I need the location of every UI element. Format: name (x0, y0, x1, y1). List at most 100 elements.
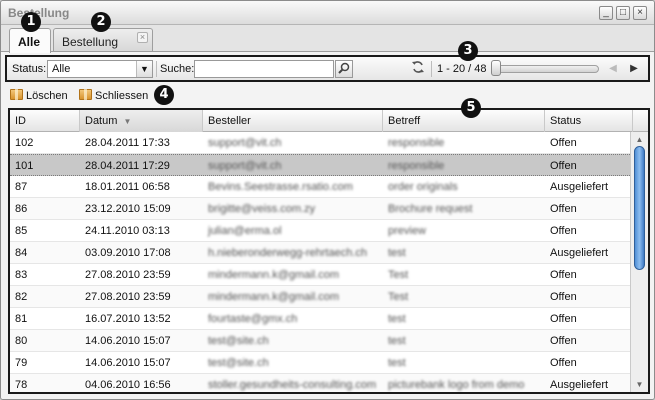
cell-betreff: test (388, 335, 406, 347)
status-select[interactable]: Alle ▼ (47, 60, 153, 78)
cell-besteller: stoller.gesundheits-consulting.com (208, 379, 377, 391)
cell-status: Ausgeliefert (550, 379, 609, 391)
cell-besteller: test@site.ch (208, 335, 269, 347)
cell-status: Offen (550, 160, 577, 172)
package-icon (10, 89, 23, 100)
status-select-value: Alle (52, 63, 71, 75)
cell-besteller: support@vit.ch (208, 160, 282, 172)
pager-info: 1 - 20 / 48 (437, 63, 487, 75)
action-bar: Löschen Schliessen (5, 86, 650, 106)
search-icon[interactable] (335, 60, 353, 78)
cell-status: Ausgeliefert (550, 247, 609, 259)
order-window: Bestellung _ □ × Alle Bestellung 101 × S… (0, 0, 655, 400)
tab-close-icon[interactable]: × (137, 32, 148, 43)
grid-header: ID Datum ▼ Besteller Betreff Status (10, 110, 648, 132)
page-slider-thumb[interactable] (491, 60, 501, 76)
cell-id: 86 (15, 203, 28, 215)
cell-betreff: Test (388, 291, 409, 303)
page-slider[interactable] (493, 65, 599, 73)
table-row[interactable]: 101 28.04.2011 17:29 support@vit.ch respons… (10, 154, 630, 176)
cell-betreff: test (388, 313, 406, 325)
cell-datum: 04.06.2010 16:56 (85, 379, 171, 391)
cell-datum: 27.08.2010 23:59 (85, 291, 171, 303)
table-row[interactable]: 79 14.06.2010 15:07 test@site.ch test Offen (10, 352, 630, 374)
table-row[interactable]: 84 03.09.2010 17:08 h.nieberonderwegg-rehr… (10, 242, 630, 264)
close-order-label: Schliessen (95, 90, 149, 102)
table-row[interactable]: 86 23.12.2010 15:09 brigitte@veiss.com.zy B… (10, 198, 630, 220)
cell-besteller: mindermann.k@gmail.com (208, 269, 339, 281)
table-row[interactable]: 83 27.08.2010 23:59 mindermann.k@gmail.com… (10, 264, 630, 286)
cell-besteller: test@site.ch (208, 357, 269, 369)
close-window-button[interactable]: × (633, 6, 647, 20)
sort-descending-icon: ▼ (123, 117, 132, 126)
cell-status: Offen (550, 357, 577, 369)
cell-betreff: responsible (388, 160, 445, 172)
cell-id: 81 (15, 313, 28, 325)
cell-besteller: fourtaste@gmx.ch (208, 313, 298, 325)
callout-3: 3 (458, 41, 478, 61)
cell-id: 87 (15, 181, 28, 193)
cell-besteller: h.nieberonderwegg-rehrtaech.ch (208, 247, 367, 259)
cell-status: Offen (550, 203, 577, 215)
cell-datum: 24.11.2010 03:13 (85, 225, 170, 237)
cell-datum: 14.06.2010 15:07 (85, 335, 171, 347)
package-icon (79, 89, 92, 100)
column-header-besteller[interactable]: Besteller (203, 110, 383, 132)
delete-button[interactable]: Löschen (10, 88, 68, 104)
table-row[interactable]: 80 14.06.2010 15:07 test@site.ch test Offen (10, 330, 630, 352)
cell-id: 102 (15, 137, 34, 149)
cell-betreff: responsible (388, 137, 445, 149)
cell-datum: 28.04.2011 17:33 (85, 137, 170, 149)
callout-1: 1 (21, 12, 41, 32)
cell-status: Offen (550, 291, 577, 303)
scroll-up-icon[interactable]: ▲ (634, 134, 645, 145)
column-header-datum[interactable]: Datum ▼ (80, 110, 203, 132)
column-header-status[interactable]: Status (545, 110, 633, 132)
scroll-down-icon[interactable]: ▼ (634, 379, 645, 390)
cell-betreff: Brochure request (388, 203, 473, 215)
grid-body: 102 28.04.2011 17:33 support@vit.ch respons… (10, 132, 630, 392)
table-row[interactable]: 102 28.04.2011 17:33 support@vit.ch respons… (10, 132, 630, 154)
table-row[interactable]: 81 16.07.2010 13:52 fourtaste@gmx.ch test Of… (10, 308, 630, 330)
search-label: Suche: (160, 63, 195, 75)
cell-status: Offen (550, 313, 577, 325)
cell-datum: 14.06.2010 15:07 (85, 357, 171, 369)
cell-id: 85 (15, 225, 28, 237)
table-row[interactable]: 85 24.11.2010 03:13 julian@erma.ol preview O… (10, 220, 630, 242)
status-label: Status: (12, 63, 47, 75)
cell-betreff: picturebank logo from demo (388, 379, 525, 391)
vertical-scrollbar[interactable]: ▲ ▼ (630, 132, 648, 392)
scrollbar-thumb[interactable] (634, 146, 645, 270)
callout-2: 2 (91, 12, 111, 32)
cell-betreff: order originals (388, 181, 458, 193)
minimize-button[interactable]: _ (599, 6, 613, 20)
column-header-id[interactable]: ID (10, 110, 80, 132)
search-input[interactable] (194, 60, 334, 78)
close-order-button[interactable]: Schliessen (79, 88, 148, 104)
cell-id: 84 (15, 247, 28, 259)
cell-betreff: test (388, 247, 406, 259)
cell-betreff: preview (388, 225, 426, 237)
table-row[interactable]: 82 27.08.2010 23:59 mindermann.k@gmail.com… (10, 286, 630, 308)
next-page-icon[interactable]: ▶ (625, 60, 643, 78)
table-row[interactable]: 78 04.06.2010 16:56 stoller.gesundheits-co… (10, 374, 630, 392)
cell-id: 78 (15, 379, 28, 391)
cell-id: 79 (15, 357, 28, 369)
cell-id: 101 (15, 160, 34, 172)
tab-content: Status: Alle ▼ Suche: 1 - 20 / 48 ◀ ▶ Lö… (1, 51, 654, 399)
maximize-button[interactable]: □ (616, 6, 630, 20)
previous-page-icon[interactable]: ◀ (604, 60, 622, 78)
cell-datum: 27.08.2010 23:59 (85, 269, 171, 281)
refresh-icon[interactable] (409, 60, 427, 78)
delete-label: Löschen (26, 90, 68, 102)
table-row[interactable]: 87 18.01.2011 06:58 Bevins.Seestrasse.rsat… (10, 176, 630, 198)
cell-status: Offen (550, 335, 577, 347)
orders-grid: ID Datum ▼ Besteller Betreff Status 102 2… (8, 108, 650, 394)
cell-id: 83 (15, 269, 28, 281)
cell-status: Offen (550, 225, 577, 237)
callout-4: 4 (154, 85, 174, 105)
cell-status: Offen (550, 137, 577, 149)
cell-betreff: Test (388, 269, 409, 281)
chevron-down-icon[interactable]: ▼ (136, 61, 152, 77)
cell-besteller: brigitte@veiss.com.zy (208, 203, 316, 215)
